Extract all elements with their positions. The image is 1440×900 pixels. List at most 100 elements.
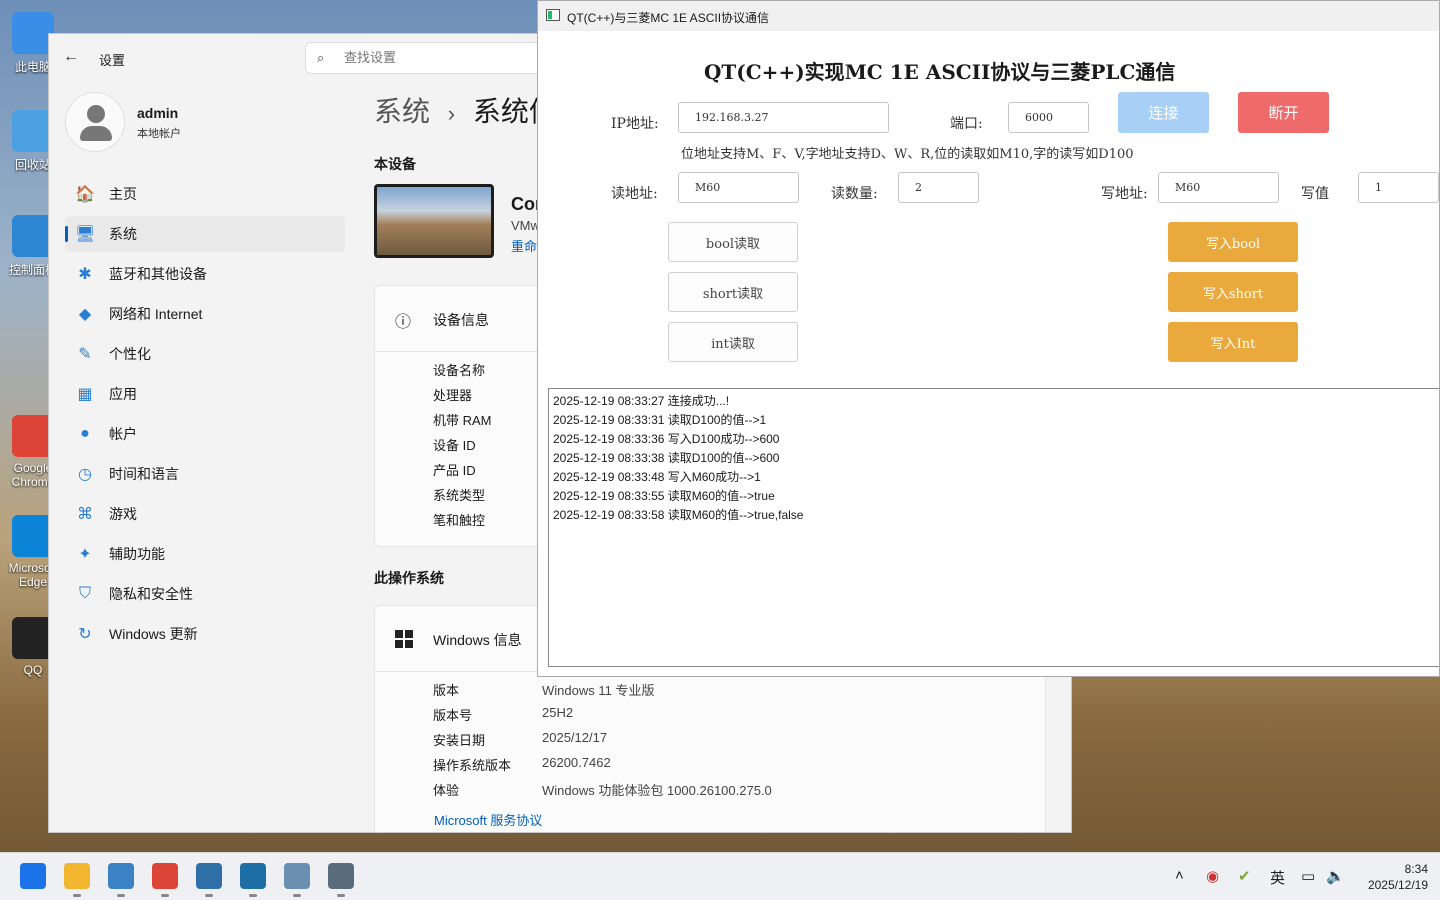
sidebar-item-label: 应用 bbox=[109, 386, 137, 402]
apps-icon: ▦ bbox=[77, 386, 93, 403]
security-tray-icon[interactable]: ✔ bbox=[1238, 867, 1251, 885]
info-key: 版本号 bbox=[433, 708, 473, 723]
chrome-icon[interactable] bbox=[152, 863, 178, 897]
accessibility-icon: ✦ bbox=[78, 546, 92, 563]
sidebar-item[interactable]: ● 帐户 bbox=[65, 416, 345, 452]
breadcrumb: 系统 › 系统信 bbox=[374, 90, 557, 130]
desktop-app-icon[interactable] bbox=[196, 863, 222, 897]
sidebar-item-label: 游戏 bbox=[109, 506, 137, 522]
sidebar-item-label: 主页 bbox=[109, 186, 137, 202]
qq-tray-icon[interactable]: ◉ bbox=[1206, 867, 1219, 885]
device-wallpaper-thumbnail bbox=[374, 184, 494, 258]
clock-date: 2025/12/19 bbox=[1367, 878, 1428, 892]
vs-icon[interactable] bbox=[240, 863, 266, 897]
taskbar: ˄ ◉ ✔ 英 ▭ 🔈 8:34 2025/12/19 bbox=[0, 852, 1440, 900]
settings-app-title: 设置 bbox=[99, 53, 126, 68]
sidebar-item[interactable]: ✱ 蓝牙和其他设备 bbox=[65, 256, 345, 292]
back-arrow-icon[interactable]: ← bbox=[63, 48, 79, 66]
gamepad-icon: ⌘ bbox=[77, 506, 93, 523]
sidebar-item[interactable]: ✎ 个性化 bbox=[65, 336, 345, 372]
clock-time: 8:34 bbox=[1404, 862, 1428, 876]
info-row: 版本 Windows 11 专业版 bbox=[375, 680, 1045, 705]
qt-window-title: QT(C++)与三菱MC 1E ASCII协议通信 bbox=[567, 11, 770, 25]
home-icon: 🏠 bbox=[75, 186, 95, 203]
sidebar-item-label: 个性化 bbox=[109, 346, 151, 362]
avatar[interactable] bbox=[65, 92, 125, 152]
file-explorer-icon[interactable] bbox=[64, 863, 90, 897]
sidebar-item[interactable]: ▦ 应用 bbox=[65, 376, 345, 412]
log-line: 2025-12-19 08:33:48 写入M60成功-->1 bbox=[553, 470, 761, 484]
write-address-label: 写地址: bbox=[1101, 186, 1148, 202]
info-key: 操作系统版本 bbox=[433, 758, 512, 773]
sidebar-item[interactable]: 🖥 系统 bbox=[65, 216, 345, 252]
read-int-button[interactable]: int读取 bbox=[668, 322, 798, 362]
info-value: Windows 功能体验包 1000.26100.275.0 bbox=[542, 783, 772, 798]
info-row: 版本号 25H2 bbox=[375, 705, 1045, 730]
disconnect-button[interactable]: 断开 bbox=[1238, 92, 1329, 133]
info-key: 产品 ID bbox=[433, 463, 476, 478]
search-icon: ⌕ bbox=[317, 50, 325, 65]
sidebar-item[interactable]: 🏠 主页 bbox=[65, 176, 345, 212]
network-icon[interactable]: ▭ bbox=[1301, 867, 1315, 885]
sidebar-item[interactable]: ✦ 辅助功能 bbox=[65, 536, 345, 572]
ms-services-link[interactable]: Microsoft 服务协议 bbox=[434, 810, 542, 829]
info-key: 设备名称 bbox=[433, 363, 486, 378]
read-bool-button[interactable]: bool读取 bbox=[668, 222, 798, 262]
device-info-title: 设备信息 bbox=[433, 312, 489, 328]
start-icon[interactable] bbox=[20, 863, 46, 889]
volume-icon[interactable]: 🔈 bbox=[1326, 867, 1345, 885]
sidebar-item[interactable]: ↻ Windows 更新 bbox=[65, 616, 345, 652]
qt-titlebar[interactable]: QT(C++)与三菱MC 1E ASCII协议通信 bbox=[538, 1, 1439, 31]
write-int-button[interactable]: 写入Int bbox=[1168, 322, 1298, 362]
read-address-input[interactable] bbox=[678, 172, 799, 203]
read-address-label: 读地址: bbox=[611, 186, 658, 202]
read-short-button[interactable]: short读取 bbox=[668, 272, 798, 312]
settings-gear-icon[interactable] bbox=[328, 863, 354, 897]
info-key: 机带 RAM bbox=[433, 413, 492, 428]
write-value-input[interactable] bbox=[1358, 172, 1439, 203]
system-icon: 🖥 bbox=[75, 226, 96, 243]
sidebar-item[interactable]: ◆ 网络和 Internet bbox=[65, 296, 345, 332]
read-count-label: 读数量: bbox=[831, 186, 878, 202]
info-value: Windows 11 专业版 bbox=[542, 683, 655, 698]
breadcrumb-parent[interactable]: 系统 bbox=[374, 96, 430, 127]
rename-link[interactable]: 重命 bbox=[511, 236, 537, 255]
bluetooth-icon: ✱ bbox=[78, 266, 92, 283]
log-line: 2025-12-19 08:33:58 读取M60的值-->true,false bbox=[553, 508, 804, 522]
info-key: 笔和触控 bbox=[433, 513, 486, 528]
port-input[interactable] bbox=[1008, 102, 1089, 133]
log-line: 2025-12-19 08:33:31 读取D100的值-->1 bbox=[553, 413, 767, 427]
qt-heading: QT(C++)实现MC 1E ASCII协议与三菱PLC通信 bbox=[704, 60, 1176, 84]
shield-icon: ⛉ bbox=[78, 585, 91, 602]
wifi-icon: ◆ bbox=[78, 306, 92, 323]
connect-button[interactable]: 连接 bbox=[1118, 92, 1209, 133]
qt-app-icon[interactable] bbox=[284, 863, 310, 897]
log-output[interactable]: 2025-12-19 08:33:27 连接成功...! 2025-12-19 0… bbox=[548, 388, 1439, 667]
sidebar-item-label: 时间和语言 bbox=[109, 466, 179, 482]
write-address-input[interactable] bbox=[1158, 172, 1279, 203]
read-count-input[interactable] bbox=[898, 172, 979, 203]
ime-indicator[interactable]: 英 bbox=[1270, 867, 1285, 888]
log-line: 2025-12-19 08:33:55 读取M60的值-->true bbox=[553, 489, 775, 503]
sidebar-item-label: 帐户 bbox=[109, 426, 137, 442]
app-window-icon[interactable] bbox=[108, 863, 134, 897]
info-key: 体验 bbox=[433, 783, 460, 798]
settings-search-input[interactable] bbox=[344, 50, 544, 65]
update-icon: ↻ bbox=[78, 626, 92, 643]
sidebar-item-label: 网络和 Internet bbox=[109, 306, 203, 322]
info-key: 安装日期 bbox=[433, 733, 486, 748]
info-row: 体验 Windows 功能体验包 1000.26100.275.0 bbox=[375, 780, 1045, 805]
sidebar-item-label: 隐私和安全性 bbox=[109, 586, 193, 602]
clock[interactable]: 8:34 2025/12/19 bbox=[1368, 861, 1428, 893]
log-line: 2025-12-19 08:33:27 连接成功...! bbox=[553, 394, 730, 408]
user-account-type: 本地帐户 bbox=[137, 128, 181, 140]
info-key: 设备 ID bbox=[433, 438, 476, 453]
ip-input[interactable] bbox=[678, 102, 889, 133]
sidebar-item[interactable]: ◷ 时间和语言 bbox=[65, 456, 345, 492]
sidebar-item[interactable]: ⛉ 隐私和安全性 bbox=[65, 576, 345, 612]
ip-label: IP地址: bbox=[611, 116, 659, 132]
write-bool-button[interactable]: 写入bool bbox=[1168, 222, 1298, 262]
chevron-up-icon[interactable]: ˄ bbox=[1175, 867, 1184, 884]
write-short-button[interactable]: 写入short bbox=[1168, 272, 1298, 312]
sidebar-item[interactable]: ⌘ 游戏 bbox=[65, 496, 345, 532]
